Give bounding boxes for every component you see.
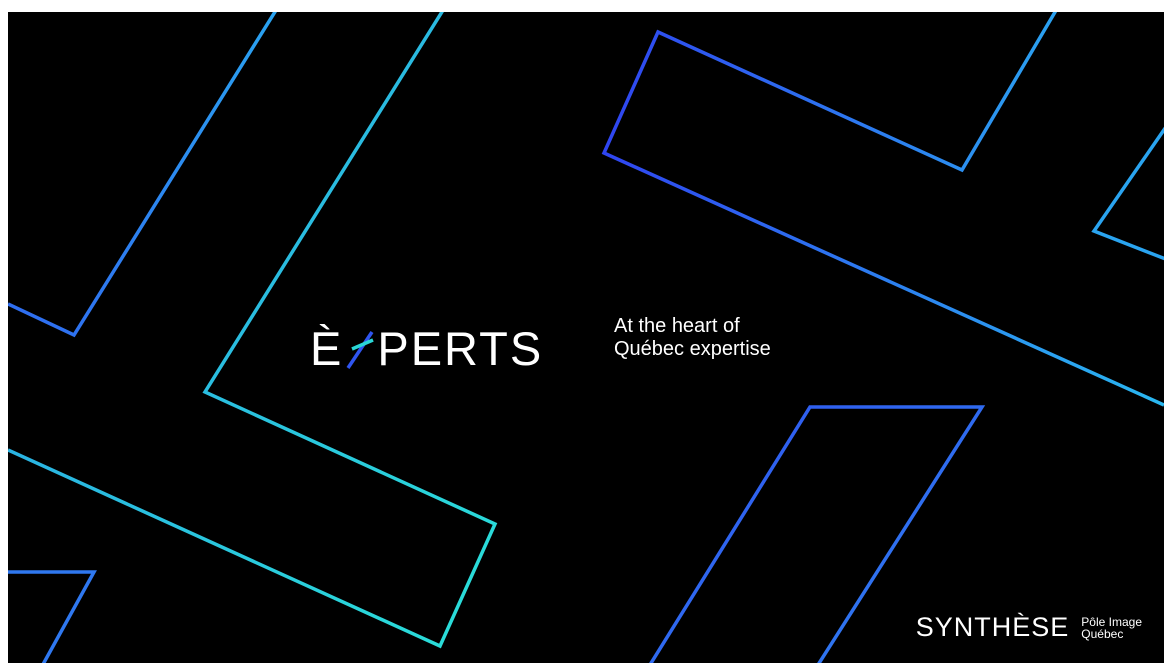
line-shape-left bbox=[8, 12, 277, 338]
synthese-wordmark: SYNTHÈSE bbox=[915, 612, 1070, 642]
tagline-line-1: At the heart of bbox=[614, 315, 740, 337]
background-line-pattern bbox=[8, 12, 1164, 663]
line-shape-bottom-left bbox=[8, 570, 97, 663]
experts-x-mark-icon bbox=[346, 331, 375, 369]
synthese-subtitle: Pôle Image Québec bbox=[1081, 616, 1142, 640]
tagline: At the heart of Québec expertise bbox=[614, 315, 771, 361]
experts-logo-rest: PERTS bbox=[377, 322, 544, 375]
line-shape-right-edge bbox=[1091, 126, 1164, 261]
synthese-sub-line-1: Pôle Image bbox=[1081, 614, 1142, 629]
experts-logo: È PERTS bbox=[310, 302, 543, 372]
synthese-sub-line-2: Québec bbox=[1081, 626, 1124, 641]
synthese-logo: SYNTHÈSE Pôle Image Québec bbox=[916, 614, 1142, 641]
tagline-line-2: Québec expertise bbox=[614, 338, 771, 360]
experts-logo-e: È bbox=[310, 322, 344, 375]
banner-slide: È PERTS At the heart of Québec expertise… bbox=[8, 12, 1164, 663]
